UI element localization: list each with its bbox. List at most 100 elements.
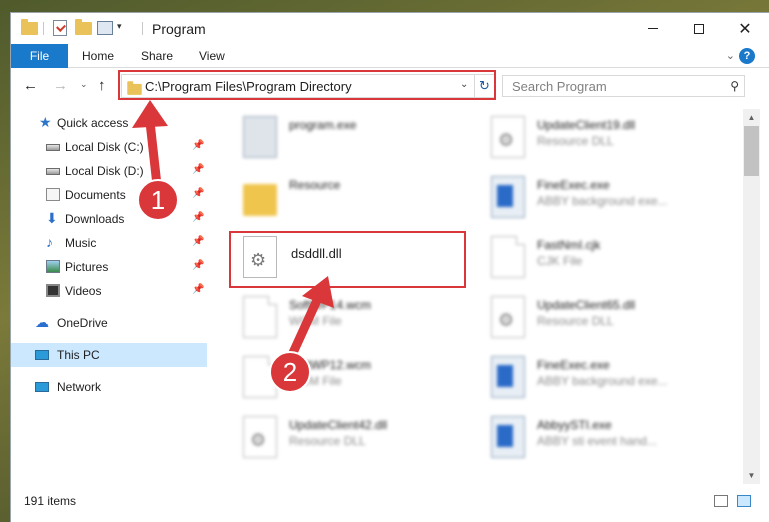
file-item[interactable]: Resource bbox=[237, 174, 477, 224]
pin-icon[interactable]: 📌 bbox=[192, 188, 204, 199]
file-item[interactable]: SoftWP14.wcm WCM File bbox=[237, 294, 477, 344]
scroll-down-icon[interactable]: ▼ bbox=[743, 467, 760, 484]
sidebar-item-label: Network bbox=[57, 380, 102, 394]
sidebar-item-label: OneDrive bbox=[57, 316, 108, 330]
file-item[interactable]: FineExec.exe ABBY background exe... bbox=[485, 354, 725, 404]
dll-icon bbox=[491, 296, 525, 338]
minimize-button[interactable] bbox=[630, 13, 676, 44]
file-name: FineExec.exe bbox=[537, 178, 610, 192]
up-button[interactable]: ↑ bbox=[98, 77, 106, 94]
navigation-pane: ★ Quick access Local Disk (C:) 📌 Local D… bbox=[11, 109, 207, 489]
window-title: Program bbox=[152, 21, 206, 37]
tab-file[interactable]: File bbox=[11, 44, 68, 68]
pin-icon[interactable]: 📌 bbox=[192, 284, 204, 295]
vertical-scrollbar[interactable]: ▲ ▼ bbox=[743, 109, 760, 484]
properties-check-icon[interactable] bbox=[53, 20, 67, 36]
file-name: UpdateClient19.dll bbox=[537, 118, 636, 132]
file-type: Resource DLL bbox=[537, 314, 614, 328]
sidebar-item-music[interactable]: ♪ Music 📌 bbox=[11, 231, 207, 255]
quick-access-dropdown[interactable]: ▾ bbox=[117, 21, 122, 32]
close-button[interactable]: ✕ bbox=[722, 13, 768, 44]
scroll-up-icon[interactable]: ▲ bbox=[743, 109, 760, 126]
file-name: program.exe bbox=[289, 118, 357, 132]
back-button[interactable]: ← bbox=[23, 77, 38, 94]
file-type: ABBY sti event hand... bbox=[537, 434, 657, 448]
document-icon bbox=[243, 356, 277, 398]
status-bar: 191 items bbox=[11, 490, 769, 512]
file-item[interactable]: SoftWP12.wcm WCM File bbox=[237, 354, 477, 404]
recent-locations-button[interactable]: ⌄ bbox=[80, 79, 88, 90]
details-view-icon[interactable] bbox=[714, 495, 728, 507]
sidebar-item-network[interactable]: Network bbox=[11, 375, 207, 399]
star-icon: ★ bbox=[39, 114, 52, 130]
tab-share[interactable]: Share bbox=[141, 49, 173, 63]
file-name: UpdateClient42.dll bbox=[289, 418, 388, 432]
file-item[interactable]: UpdateClient65.dll Resource DLL bbox=[485, 294, 725, 344]
file-name: FastNmI.cjk bbox=[537, 238, 601, 252]
network-icon bbox=[35, 382, 49, 392]
tab-home[interactable]: Home bbox=[82, 49, 114, 63]
sidebar-item-pictures[interactable]: Pictures 📌 bbox=[11, 255, 207, 279]
disk-icon bbox=[46, 168, 60, 175]
file-type: WCM File bbox=[289, 314, 342, 328]
sidebar-item-label: Local Disk (C:) bbox=[65, 140, 144, 154]
search-input[interactable]: Search Program ⚲ bbox=[502, 75, 745, 97]
help-icon[interactable]: ? bbox=[739, 48, 755, 64]
file-item[interactable]: FastNmI.cjk CJK File bbox=[485, 234, 725, 284]
pin-icon[interactable]: 📌 bbox=[192, 236, 204, 247]
sidebar-item-quick-access[interactable]: ★ Quick access bbox=[11, 111, 207, 135]
file-name: UpdateClient65.dll bbox=[537, 298, 636, 312]
document-icon bbox=[491, 236, 525, 278]
music-icon: ♪ bbox=[46, 234, 53, 250]
document-icon bbox=[243, 296, 277, 338]
file-type: ABBY background exe... bbox=[537, 194, 668, 208]
pin-icon[interactable]: 📌 bbox=[192, 164, 204, 175]
customize-icon[interactable] bbox=[97, 20, 113, 36]
ribbon-tabs: File Home Share View ⌄ ? bbox=[11, 44, 769, 68]
file-item[interactable]: AbbyySTI.exe ABBY sti event hand... bbox=[485, 414, 725, 464]
search-icon[interactable]: ⚲ bbox=[730, 79, 739, 93]
program-icon bbox=[243, 116, 277, 158]
new-folder-icon[interactable] bbox=[75, 19, 92, 36]
exe-icon bbox=[491, 416, 525, 458]
pin-icon[interactable]: 📌 bbox=[192, 260, 204, 271]
sidebar-item-downloads[interactable]: ⬇ Downloads 📌 bbox=[11, 207, 207, 231]
file-name: SoftWP14.wcm bbox=[289, 298, 372, 312]
address-highlight-box bbox=[118, 70, 496, 100]
file-item[interactable]: FineExec.exe ABBY background exe... bbox=[485, 174, 725, 224]
file-name: SoftWP12.wcm bbox=[289, 358, 372, 372]
pin-icon[interactable]: 📌 bbox=[192, 140, 204, 151]
exe-icon bbox=[491, 176, 525, 218]
file-name: AbbyySTI.exe bbox=[537, 418, 612, 432]
computer-icon bbox=[35, 350, 49, 360]
forward-button[interactable]: → bbox=[53, 77, 68, 94]
videos-icon bbox=[46, 284, 60, 297]
tab-view[interactable]: View bbox=[199, 49, 225, 63]
file-type: ABBY background exe... bbox=[537, 374, 668, 388]
file-type: Resource DLL bbox=[289, 434, 366, 448]
ribbon-expand-icon[interactable]: ⌄ bbox=[726, 49, 735, 62]
pin-icon[interactable]: 📌 bbox=[192, 212, 204, 223]
sidebar-item-label: Music bbox=[65, 236, 97, 250]
sidebar-item-documents[interactable]: Documents 📌 bbox=[11, 183, 207, 207]
exe-icon bbox=[491, 356, 525, 398]
file-item[interactable]: program.exe bbox=[237, 114, 477, 164]
maximize-icon bbox=[694, 23, 704, 34]
title-separator bbox=[142, 22, 143, 35]
sidebar-item-onedrive[interactable]: ☁ OneDrive bbox=[11, 311, 207, 335]
download-icon: ⬇ bbox=[46, 210, 58, 226]
sidebar-item-label: This PC bbox=[57, 348, 100, 362]
sidebar-item-this-pc[interactable]: This PC bbox=[11, 343, 207, 367]
scroll-thumb[interactable] bbox=[744, 126, 759, 176]
sidebar-item-videos[interactable]: Videos 📌 bbox=[11, 279, 207, 303]
file-highlight-box bbox=[229, 231, 466, 288]
documents-icon bbox=[46, 188, 60, 201]
file-item[interactable]: UpdateClient19.dll Resource DLL bbox=[485, 114, 725, 164]
folder-icon[interactable] bbox=[21, 19, 38, 36]
sidebar-item-local-disk-d[interactable]: Local Disk (D:) 📌 bbox=[11, 159, 207, 183]
maximize-button[interactable] bbox=[676, 13, 722, 44]
tiles-view-icon[interactable] bbox=[737, 495, 751, 507]
file-item[interactable]: UpdateClient42.dll Resource DLL bbox=[237, 414, 477, 464]
minimize-icon bbox=[648, 28, 658, 29]
sidebar-item-local-disk-c[interactable]: Local Disk (C:) 📌 bbox=[11, 135, 207, 159]
